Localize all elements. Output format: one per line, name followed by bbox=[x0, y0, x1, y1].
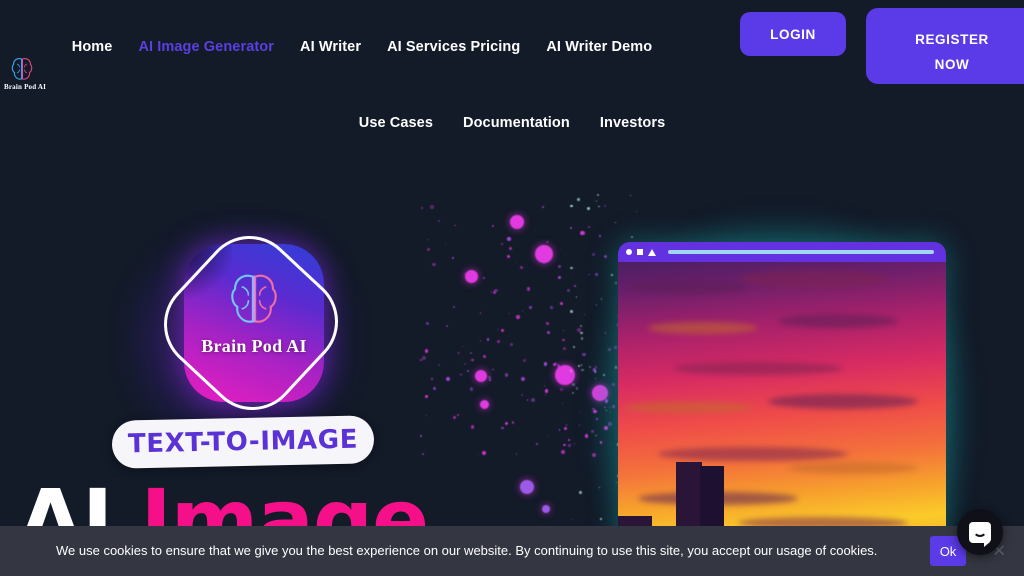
register-label-line2: NOW bbox=[934, 57, 970, 72]
browser-title-bar bbox=[618, 242, 946, 262]
cookie-banner: We use cookies to ensure that we give yo… bbox=[0, 526, 1024, 576]
chat-widget-button[interactable] bbox=[957, 509, 1003, 555]
logo-text: Brain Pod AI bbox=[4, 83, 47, 91]
nav-item-ai-services-pricing[interactable]: AI Services Pricing bbox=[387, 38, 520, 57]
smile-icon bbox=[973, 530, 987, 537]
register-now-button[interactable]: REGISTER NOW bbox=[866, 8, 1024, 84]
site-header: Brain Pod AI Home AI Image Generator AI … bbox=[0, 0, 1024, 160]
nav-item-ai-writer[interactable]: AI Writer bbox=[300, 38, 361, 57]
nav-item-documentation[interactable]: Documentation bbox=[463, 114, 570, 133]
text-to-image-label: TEXT-TO-IMAGE bbox=[127, 424, 359, 460]
text-to-image-badge: TEXT-TO-IMAGE bbox=[111, 415, 375, 469]
cookie-message: We use cookies to ensure that we give yo… bbox=[56, 543, 878, 558]
triangle-icon bbox=[648, 248, 656, 256]
register-label-line1: REGISTER bbox=[915, 32, 989, 47]
circle-icon bbox=[626, 249, 632, 255]
hero-section: Brain Pod AI TEXT-TO-IMAGE AI Image bbox=[0, 160, 1024, 576]
page-root: Brain Pod AI Home AI Image Generator AI … bbox=[0, 0, 1024, 576]
primary-nav: Home AI Image Generator AI Writer AI Ser… bbox=[0, 38, 724, 57]
nav-item-investors[interactable]: Investors bbox=[600, 114, 665, 133]
brain-icon bbox=[11, 58, 33, 80]
site-logo[interactable]: Brain Pod AI bbox=[4, 56, 47, 91]
brand-badge: Brain Pod AI bbox=[126, 214, 358, 442]
nav-item-use-cases[interactable]: Use Cases bbox=[359, 114, 433, 133]
nav-item-ai-writer-demo[interactable]: AI Writer Demo bbox=[546, 38, 652, 57]
chat-bubble-icon bbox=[969, 521, 991, 547]
nav-item-ai-image-generator[interactable]: AI Image Generator bbox=[138, 38, 274, 57]
login-button[interactable]: LOGIN bbox=[740, 12, 846, 56]
browser-url-bar[interactable] bbox=[668, 250, 934, 254]
secondary-nav: Use Cases Documentation Investors bbox=[0, 114, 1024, 133]
nav-item-home[interactable]: Home bbox=[72, 38, 113, 57]
square-icon bbox=[637, 249, 643, 255]
